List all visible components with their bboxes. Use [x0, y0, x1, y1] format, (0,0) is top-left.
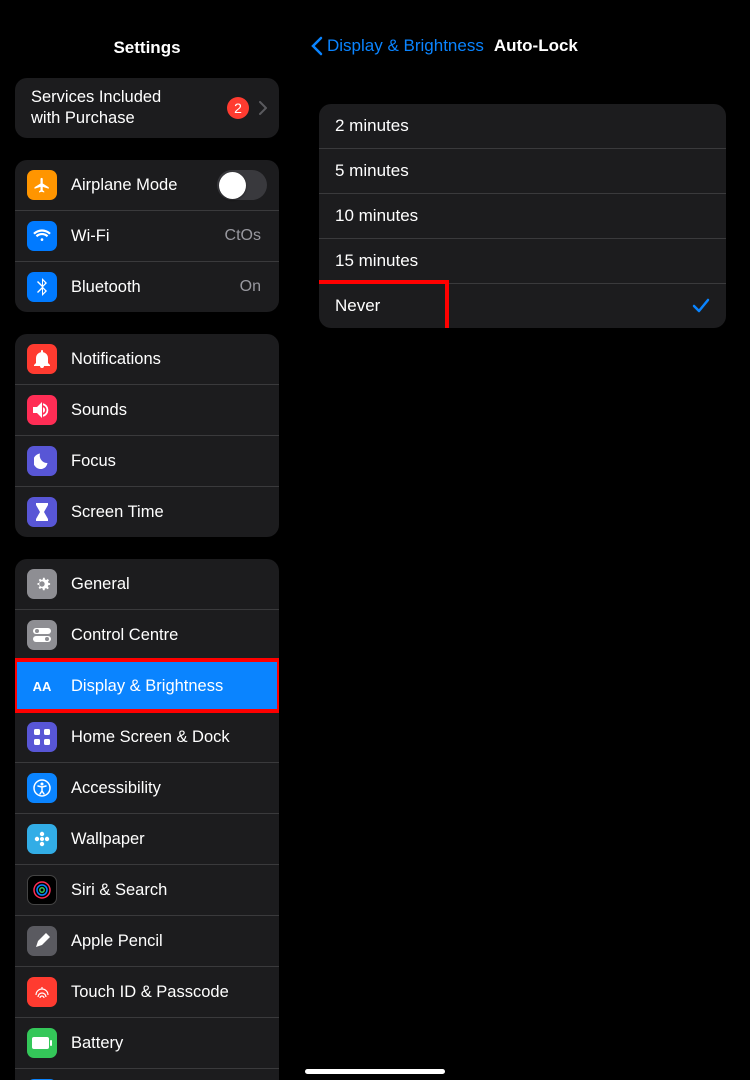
privacy-row[interactable]: Privacy: [15, 1068, 279, 1080]
airplane-toggle[interactable]: [217, 170, 267, 200]
moon-icon: [27, 446, 57, 476]
option-10-minutes[interactable]: 10 minutes: [319, 193, 726, 238]
chevron-left-icon: [311, 36, 323, 56]
battery-row[interactable]: Battery: [15, 1017, 279, 1068]
home-indicator[interactable]: [305, 1069, 445, 1074]
gear-icon: [27, 569, 57, 599]
option-label: 5 minutes: [335, 161, 409, 181]
touch-id-passcode-row[interactable]: Touch ID & Passcode: [15, 966, 279, 1017]
airplane-label: Airplane Mode: [71, 176, 217, 195]
auto-lock-options: 2 minutes 5 minutes 10 minutes 15 minute…: [319, 104, 726, 328]
wifi-label: Wi-Fi: [71, 227, 225, 246]
focus-row[interactable]: Focus: [15, 435, 279, 486]
option-label: 10 minutes: [335, 206, 418, 226]
bluetooth-label: Bluetooth: [71, 278, 240, 297]
services-badge: 2: [227, 97, 249, 119]
sidebar-scroll[interactable]: Services Included with Purchase 2 Airpla…: [0, 78, 294, 1080]
wallpaper-row[interactable]: Wallpaper: [15, 813, 279, 864]
speaker-icon: [27, 395, 57, 425]
display-brightness-row[interactable]: AA Display & Brightness: [15, 660, 279, 711]
detail-title: Auto-Lock: [494, 36, 578, 56]
back-button[interactable]: Display & Brightness: [311, 36, 484, 56]
wallpaper-label: Wallpaper: [71, 830, 267, 849]
touchid-label: Touch ID & Passcode: [71, 983, 267, 1002]
home-screen-dock-row[interactable]: Home Screen & Dock: [15, 711, 279, 762]
chevron-right-icon: [259, 101, 267, 115]
pencil-icon: [27, 926, 57, 956]
control-centre-row[interactable]: Control Centre: [15, 609, 279, 660]
wifi-value: CtOs: [225, 227, 261, 245]
option-5-minutes[interactable]: 5 minutes: [319, 148, 726, 193]
bluetooth-icon: [27, 272, 57, 302]
switches-icon: [27, 620, 57, 650]
services-included-row[interactable]: Services Included with Purchase 2: [15, 78, 279, 138]
bluetooth-row[interactable]: Bluetooth On: [15, 261, 279, 312]
general-label: General: [71, 575, 267, 594]
home-dock-label: Home Screen & Dock: [71, 728, 267, 747]
apple-pencil-row[interactable]: Apple Pencil: [15, 915, 279, 966]
screen-time-label: Screen Time: [71, 503, 267, 522]
option-15-minutes[interactable]: 15 minutes: [319, 238, 726, 283]
services-sublabel: with Purchase: [31, 109, 227, 128]
option-never[interactable]: Never: [319, 283, 726, 328]
wifi-row[interactable]: Wi-Fi CtOs: [15, 210, 279, 261]
bell-icon: [27, 344, 57, 374]
battery-label: Battery: [71, 1034, 267, 1053]
notifications-row[interactable]: Notifications: [15, 334, 279, 384]
option-2-minutes[interactable]: 2 minutes: [319, 104, 726, 148]
detail-pane: Display & Brightness Auto-Lock 2 minutes…: [295, 0, 750, 1080]
control-centre-label: Control Centre: [71, 626, 267, 645]
bluetooth-value: On: [240, 278, 261, 296]
text-size-icon: AA: [27, 671, 57, 701]
wifi-settings-icon: [27, 221, 57, 251]
screen-time-row[interactable]: Screen Time: [15, 486, 279, 537]
sounds-label: Sounds: [71, 401, 267, 420]
siri-label: Siri & Search: [71, 881, 267, 900]
focus-label: Focus: [71, 452, 267, 471]
option-label: 2 minutes: [335, 116, 409, 136]
airplane-icon: [27, 170, 57, 200]
sounds-row[interactable]: Sounds: [15, 384, 279, 435]
accessibility-icon: [27, 773, 57, 803]
notifications-label: Notifications: [71, 350, 267, 369]
option-label: Never: [335, 296, 380, 316]
back-label: Display & Brightness: [327, 36, 484, 56]
settings-sidebar: Settings Services Included with Purchase…: [0, 0, 295, 1080]
airplane-mode-row[interactable]: Airplane Mode: [15, 160, 279, 210]
siri-icon: [27, 875, 57, 905]
checkmark-icon: [692, 298, 710, 314]
battery-settings-icon: [27, 1028, 57, 1058]
accessibility-label: Accessibility: [71, 779, 267, 798]
services-label: Services Included: [31, 88, 227, 107]
sidebar-title: Settings: [0, 24, 294, 78]
option-label: 15 minutes: [335, 251, 418, 271]
fingerprint-icon: [27, 977, 57, 1007]
pencil-label: Apple Pencil: [71, 932, 267, 951]
hourglass-icon: [27, 497, 57, 527]
siri-search-row[interactable]: Siri & Search: [15, 864, 279, 915]
detail-header: Display & Brightness Auto-Lock: [295, 24, 750, 74]
general-row[interactable]: General: [15, 559, 279, 609]
home-grid-icon: [27, 722, 57, 752]
accessibility-row[interactable]: Accessibility: [15, 762, 279, 813]
flower-icon: [27, 824, 57, 854]
display-brightness-label: Display & Brightness: [71, 677, 267, 696]
